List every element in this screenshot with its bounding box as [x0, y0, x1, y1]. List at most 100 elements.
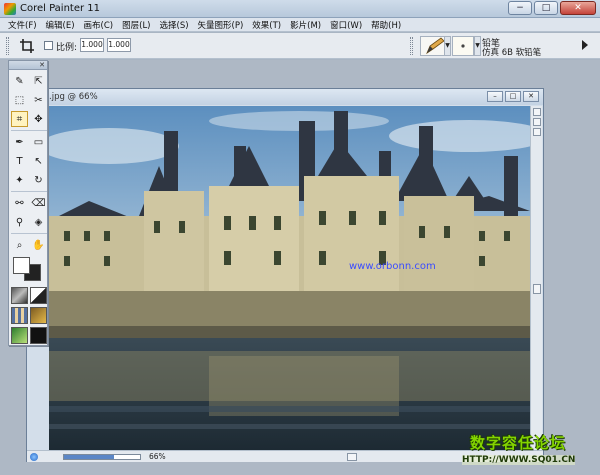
toolbox-panel: ✕ ✎ ⇱ ⬚ ✂ ⌗ ✥ ✒ ▭ T ↖ ✦ ↻ ⚯ ⌫ ⚲ ◈ ⌕ ✋: [8, 60, 48, 346]
chevron-down-icon[interactable]: ▼: [474, 36, 481, 56]
doc-minimize-button[interactable]: –: [487, 91, 503, 102]
menu-select[interactable]: 选择(S): [160, 19, 189, 31]
rotate-page-icon: ↻: [34, 174, 43, 186]
vertical-scrollbar[interactable]: [530, 106, 542, 450]
color-selector[interactable]: [13, 257, 45, 281]
minimize-button[interactable]: −: [508, 1, 532, 15]
play-arrow-icon[interactable]: [582, 40, 588, 50]
grabber-icon: ✋: [32, 239, 45, 251]
pen-icon: ✒: [15, 136, 24, 148]
ratio-checkbox[interactable]: [44, 41, 53, 50]
zoom-slider-fill: [64, 455, 115, 459]
toolbox-separator: [11, 191, 47, 192]
crop-tool-icon[interactable]: [20, 39, 34, 53]
document-titlebar[interactable]: .jpg @ 66% – □ ✕: [27, 89, 543, 105]
menu-canvas[interactable]: 画布(C): [84, 19, 114, 31]
text-icon: T: [16, 155, 23, 167]
document-canvas[interactable]: www.orbonn.com: [49, 106, 530, 450]
navigator-icon[interactable]: [532, 108, 541, 116]
crop-width-ratio-field[interactable]: 1.000: [80, 38, 104, 52]
crop-tool[interactable]: ⌗: [11, 111, 28, 127]
menu-edit[interactable]: 编辑(E): [46, 19, 75, 31]
layer-adjuster-icon: ✥: [34, 113, 43, 125]
forum-site-watermark: HTTP://WWW.SQ01.CN: [462, 455, 576, 465]
dropper-tool[interactable]: ⚲: [11, 214, 28, 230]
rectangle-shape-tool[interactable]: ▭: [30, 134, 47, 150]
brush-variant-selector[interactable]: [452, 36, 474, 56]
tracing-paper-icon[interactable]: [532, 128, 541, 136]
shape-selection-tool[interactable]: ↖: [30, 153, 47, 169]
paper-selector[interactable]: [11, 287, 28, 304]
vertical-scroll-thumb[interactable]: [533, 284, 541, 294]
toggle-view-icon[interactable]: [532, 118, 541, 126]
main-color-swatch[interactable]: [13, 257, 30, 274]
zoom-slider[interactable]: [63, 454, 141, 460]
lasso-tool[interactable]: ✂: [30, 92, 47, 108]
magic-wand-tool[interactable]: ✦: [11, 172, 28, 188]
eraser-tool[interactable]: ⌫: [30, 195, 47, 211]
eraser-icon: ⌫: [31, 197, 46, 209]
rectangle-shape-icon: ▭: [33, 136, 44, 148]
rect-select-tool[interactable]: ⬚: [11, 92, 28, 108]
property-bar: 比例: 1.000 1.000 ▼ ▼ 铅笔 仿真 6B 软铅笔: [0, 33, 600, 59]
menu-movie[interactable]: 影片(M): [290, 19, 321, 31]
corel-painter-icon: [4, 3, 16, 15]
castle-photo: [49, 106, 530, 450]
nozzle-selector[interactable]: [30, 327, 47, 344]
toolbox-header[interactable]: ✕: [9, 61, 47, 70]
menu-window[interactable]: 窗口(W): [330, 19, 362, 31]
forum-logo-watermark: 数字容任论坛: [470, 434, 567, 452]
brush-selector-grip[interactable]: [410, 37, 413, 55]
menu-help[interactable]: 帮助(H): [371, 19, 401, 31]
library-selectors: [11, 287, 47, 344]
weaving-selector[interactable]: [30, 307, 47, 324]
property-bar-grip[interactable]: [6, 37, 9, 55]
watermark-url: www.orbonn.com: [349, 261, 436, 272]
paint-bucket-icon: ◈: [34, 216, 43, 228]
menu-effects[interactable]: 效果(T): [252, 19, 281, 31]
document-window-controls: – □ ✕: [487, 91, 539, 102]
ratio-label: 比例:: [56, 43, 78, 53]
text-tool[interactable]: T: [11, 153, 28, 169]
magic-wand-icon: ✦: [15, 174, 24, 186]
toolbox-separator: [11, 130, 47, 131]
brush-icon: ✎: [15, 75, 24, 87]
tool-grid: ✎ ⇱ ⬚ ✂ ⌗ ✥ ✒ ▭ T ↖ ✦ ↻ ⚯ ⌫ ⚲ ◈ ⌕ ✋: [11, 73, 47, 253]
menu-shapes[interactable]: 矢量图形(P): [198, 19, 244, 31]
look-selector[interactable]: [11, 327, 28, 344]
toolbox-separator: [11, 233, 47, 234]
cloner-tool[interactable]: ⚯: [11, 195, 28, 211]
crop-height-ratio-field[interactable]: 1.000: [107, 38, 131, 52]
maximize-button[interactable]: □: [534, 1, 558, 15]
cloner-icon: ⚯: [15, 197, 24, 209]
brush-variant-name: 仿真 6B 软铅笔: [482, 48, 542, 58]
pen-tool[interactable]: ✒: [11, 134, 28, 150]
lasso-icon: ✂: [34, 94, 43, 106]
crop-icon: ⌗: [16, 113, 23, 125]
rect-select-icon: ⬚: [14, 94, 25, 106]
document-window: .jpg @ 66% – □ ✕ www.orbonn.com 66%: [26, 88, 544, 462]
menu-file[interactable]: 文件(F): [8, 19, 37, 31]
rotate-page-tool[interactable]: ↻: [30, 172, 47, 188]
horizontal-scroll-thumb[interactable]: [347, 453, 357, 461]
magnifier-icon: ⌕: [16, 239, 23, 251]
layer-adjuster-tool[interactable]: ✥: [30, 111, 47, 127]
grabber-tool[interactable]: ✋: [30, 237, 47, 253]
gradient-selector[interactable]: [30, 287, 47, 304]
doc-restore-button[interactable]: □: [505, 91, 521, 102]
magnifier-tool[interactable]: ⌕: [11, 237, 28, 253]
eyedropper-tool[interactable]: ⇱: [30, 73, 47, 89]
toolbox-close-icon[interactable]: ✕: [38, 61, 46, 69]
brush-dab-icon: [461, 44, 465, 48]
pattern-selector[interactable]: [11, 307, 28, 324]
shape-selection-icon: ↖: [34, 155, 43, 167]
close-button[interactable]: ✕: [560, 1, 596, 15]
doc-close-button[interactable]: ✕: [523, 91, 539, 102]
brush-tool[interactable]: ✎: [11, 73, 28, 89]
menu-bar: 文件(F) 编辑(E) 画布(C) 图层(L) 选择(S) 矢量图形(P) 效果…: [0, 18, 600, 32]
menu-layers[interactable]: 图层(L): [122, 19, 150, 31]
document-title: .jpg @ 66%: [49, 92, 98, 102]
app-title: Corel Painter 11: [20, 3, 101, 14]
paint-bucket-tool[interactable]: ◈: [30, 214, 47, 230]
chevron-down-icon[interactable]: ▼: [444, 36, 451, 56]
